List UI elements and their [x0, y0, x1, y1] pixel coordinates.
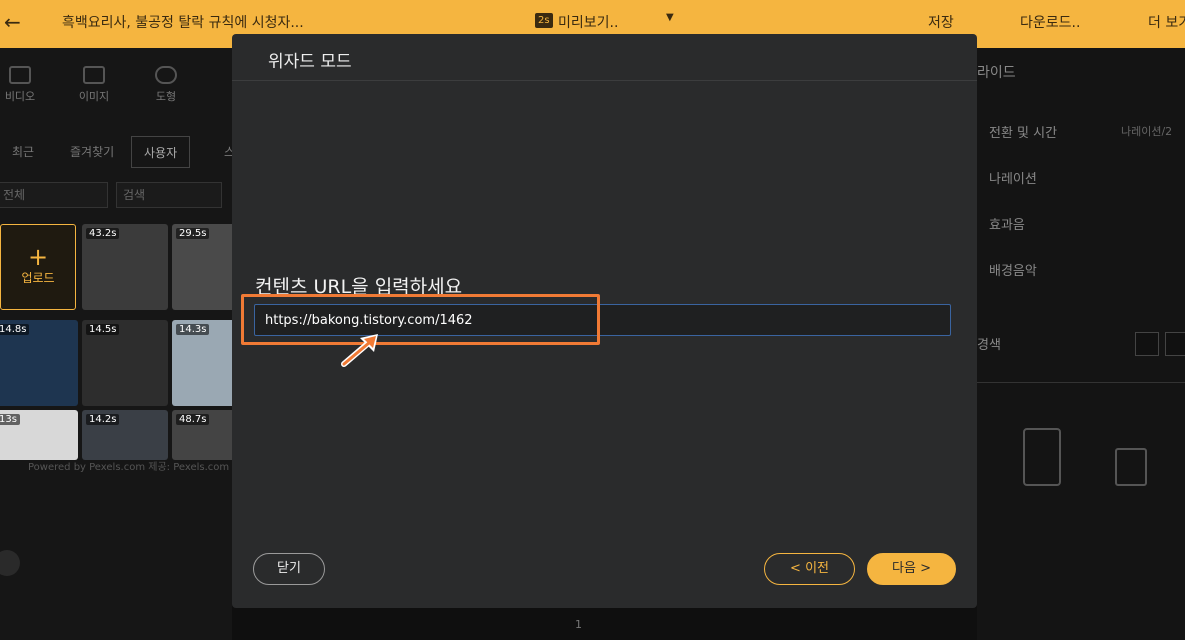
filter-select[interactable]: 전체	[0, 182, 108, 208]
image-icon	[83, 66, 105, 84]
phone-layout-icon[interactable]	[1023, 428, 1061, 486]
modal-header: 위자드 모드	[232, 34, 977, 81]
media-tile[interactable]: 43.2s	[82, 224, 168, 310]
wizard-modal: 위자드 모드 컨텐츠 URL을 입력하세요 닫기 < 이전 다음 >	[232, 34, 977, 608]
sound-effect-item[interactable]: 효과음	[989, 214, 1025, 233]
tile-duration: 29.5s	[176, 228, 210, 239]
background-color-item[interactable]: 경색	[977, 334, 1001, 353]
chevron-down-icon[interactable]: ▼	[666, 12, 674, 23]
right-panel: 라이드 전환 및 시간 나레이션/2 나레이션 효과음 배경음악 경색	[977, 48, 1185, 640]
layout-icon[interactable]	[1115, 448, 1147, 486]
category-image[interactable]: 이미지	[74, 66, 114, 104]
next-button[interactable]: 다음 >	[867, 553, 956, 585]
page-number[interactable]: 1	[575, 618, 582, 631]
duration-badge: 2s	[535, 13, 553, 28]
tile-duration: 14.3s	[176, 324, 210, 335]
left-panel: 비디오 이미지 도형 최근 즐겨찾기 사용자 스 전체 검색 + 업로드 43.…	[0, 48, 258, 640]
panel-title: 라이드	[977, 65, 1016, 81]
more-button[interactable]: 더 보기	[1148, 12, 1185, 32]
add-color-button[interactable]	[1165, 332, 1185, 356]
close-button[interactable]: 닫기	[253, 553, 325, 585]
bgm-item[interactable]: 배경음악	[989, 260, 1037, 279]
category-label: 이미지	[78, 90, 110, 103]
tile-duration: 48.7s	[176, 414, 210, 425]
media-tile[interactable]: 14.5s	[82, 320, 168, 406]
tile-duration: 14.5s	[86, 324, 120, 335]
preview-button[interactable]: 미리보기..	[558, 12, 618, 32]
chevron-right-icon: >	[920, 561, 931, 576]
save-button[interactable]: 저장	[928, 12, 954, 32]
category-shape[interactable]: 도형	[146, 66, 186, 104]
category-label: 비디오	[4, 90, 36, 103]
shape-icon	[155, 66, 177, 84]
prev-button[interactable]: < 이전	[764, 553, 855, 585]
divider	[977, 382, 1185, 383]
color-swatch[interactable]	[1135, 332, 1159, 356]
chevron-left-icon: <	[790, 561, 801, 576]
narration-sub-label: 나레이션/2	[1121, 125, 1173, 138]
next-label: 다음	[892, 561, 916, 576]
media-tile[interactable]: 13s	[0, 410, 78, 460]
narration-item[interactable]: 나레이션	[989, 168, 1037, 187]
scroll-left-icon[interactable]	[0, 550, 20, 576]
upload-button[interactable]: + 업로드	[0, 224, 76, 310]
category-video[interactable]: 비디오	[0, 66, 40, 104]
plus-icon: +	[27, 243, 49, 271]
project-title[interactable]: 흑백요리사, 불공정 탈락 규칙에 시청자...	[62, 12, 304, 32]
arrow-left-icon[interactable]: ←	[4, 10, 28, 34]
subtabs: 최근 즐겨찾기 사용자 스	[0, 136, 235, 168]
url-prompt-label: 컨텐츠 URL을 입력하세요	[255, 276, 463, 298]
tile-duration: 43.2s	[86, 228, 120, 239]
tab-user[interactable]: 사용자	[131, 136, 191, 168]
video-icon	[9, 66, 31, 84]
media-tile[interactable]: 14.8s	[0, 320, 78, 406]
tile-duration: 14.8s	[0, 324, 30, 335]
tab-favorites[interactable]: 즐겨찾기	[58, 136, 126, 168]
transition-time-item[interactable]: 전환 및 시간	[989, 122, 1057, 141]
category-label: 도형	[155, 90, 177, 103]
tab-recent[interactable]: 최근	[0, 136, 46, 168]
tile-duration: 13s	[0, 414, 20, 425]
download-button[interactable]: 다운로드..	[1020, 12, 1080, 32]
powered-by-text: Powered by Pexels.com 제공: Pexels.com	[28, 462, 230, 473]
prev-label: 이전	[805, 561, 829, 576]
upload-label: 업로드	[21, 271, 55, 285]
tile-duration: 14.2s	[86, 414, 120, 425]
search-input[interactable]: 검색	[116, 182, 222, 208]
annotation-arrow-icon	[341, 334, 378, 367]
modal-title: 위자드 모드	[268, 52, 352, 72]
media-tile[interactable]: 14.2s	[82, 410, 168, 460]
